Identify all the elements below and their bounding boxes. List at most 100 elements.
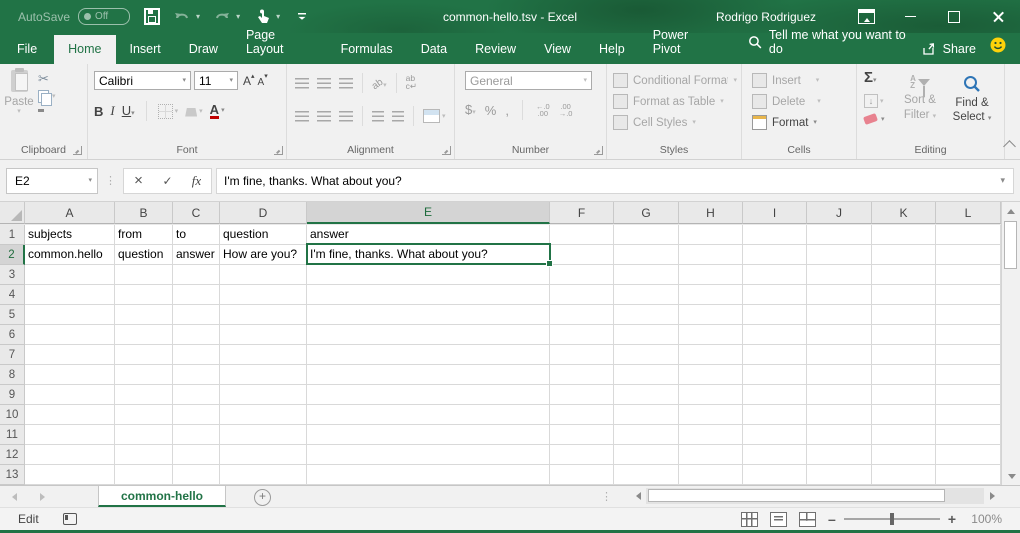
- page-layout-view-button[interactable]: [770, 512, 787, 527]
- cell-K2[interactable]: [872, 245, 936, 265]
- zoom-out-button[interactable]: –: [828, 512, 836, 526]
- cell-B1[interactable]: from: [115, 225, 173, 245]
- vertical-scrollbar[interactable]: [1001, 202, 1020, 485]
- cell-L3[interactable]: [936, 265, 1001, 285]
- page-break-view-button[interactable]: [799, 512, 816, 527]
- cell-B9[interactable]: [115, 385, 173, 405]
- cell-K10[interactable]: [872, 405, 936, 425]
- increase-decimal-button[interactable]: ←.0 .00: [536, 103, 550, 118]
- cell-D13[interactable]: [220, 465, 307, 485]
- fill-button[interactable]: ↓▾: [864, 94, 894, 108]
- tab-page-layout[interactable]: Page Layout: [232, 21, 327, 64]
- cell-B5[interactable]: [115, 305, 173, 325]
- zoom-level[interactable]: 100%: [968, 512, 1002, 526]
- row-header-11[interactable]: 11: [0, 425, 25, 445]
- cell-A5[interactable]: [25, 305, 115, 325]
- column-header-K[interactable]: K: [872, 202, 936, 224]
- cell-H4[interactable]: [679, 285, 743, 305]
- cell-F7[interactable]: [550, 345, 614, 365]
- scroll-up-button[interactable]: [1002, 202, 1020, 220]
- tab-data[interactable]: Data: [407, 35, 461, 64]
- fill-color-button[interactable]: ▾: [185, 106, 203, 117]
- column-header-F[interactable]: F: [550, 202, 614, 224]
- top-align-icon[interactable]: [295, 78, 309, 89]
- cell-J8[interactable]: [807, 365, 872, 385]
- cell-D8[interactable]: [220, 365, 307, 385]
- tab-view[interactable]: View: [530, 35, 585, 64]
- format-as-table-button[interactable]: Format as Table▾: [613, 91, 737, 112]
- row-header-4[interactable]: 4: [0, 285, 25, 305]
- row-header-9[interactable]: 9: [0, 385, 25, 405]
- cell-G13[interactable]: [614, 465, 679, 485]
- feedback-button[interactable]: [990, 37, 1006, 64]
- cell-A11[interactable]: [25, 425, 115, 445]
- cell-B11[interactable]: [115, 425, 173, 445]
- cell-E9[interactable]: [307, 385, 550, 405]
- cell-I9[interactable]: [743, 385, 807, 405]
- cell-A6[interactable]: [25, 325, 115, 345]
- cell-K8[interactable]: [872, 365, 936, 385]
- cell-C7[interactable]: [173, 345, 220, 365]
- cell-G6[interactable]: [614, 325, 679, 345]
- cell-H8[interactable]: [679, 365, 743, 385]
- cell-L7[interactable]: [936, 345, 1001, 365]
- cell-K3[interactable]: [872, 265, 936, 285]
- tab-help[interactable]: Help: [585, 35, 639, 64]
- cell-E13[interactable]: [307, 465, 550, 485]
- tab-formulas[interactable]: Formulas: [327, 35, 407, 64]
- cell-E11[interactable]: [307, 425, 550, 445]
- cell-D10[interactable]: [220, 405, 307, 425]
- currency-format-button[interactable]: $▾: [465, 101, 476, 119]
- cell-L8[interactable]: [936, 365, 1001, 385]
- cell-G7[interactable]: [614, 345, 679, 365]
- decrease-decimal-button[interactable]: .00 →.0: [559, 103, 573, 118]
- cell-A8[interactable]: [25, 365, 115, 385]
- column-header-D[interactable]: D: [220, 202, 307, 224]
- cell-F12[interactable]: [550, 445, 614, 465]
- cell-A3[interactable]: [25, 265, 115, 285]
- cell-B12[interactable]: [115, 445, 173, 465]
- paste-button[interactable]: Paste ▾: [0, 70, 38, 115]
- cell-J1[interactable]: [807, 225, 872, 245]
- cell-A10[interactable]: [25, 405, 115, 425]
- font-name-combobox[interactable]: Calibri▾: [94, 71, 191, 90]
- tab-file[interactable]: File: [0, 35, 54, 64]
- cell-D12[interactable]: [220, 445, 307, 465]
- cell-E4[interactable]: [307, 285, 550, 305]
- underline-button[interactable]: U▾: [122, 102, 135, 120]
- cell-L13[interactable]: [936, 465, 1001, 485]
- cell-I1[interactable]: [743, 225, 807, 245]
- cell-B10[interactable]: [115, 405, 173, 425]
- column-header-I[interactable]: I: [743, 202, 807, 224]
- cell-H10[interactable]: [679, 405, 743, 425]
- cell-E7[interactable]: [307, 345, 550, 365]
- row-header-7[interactable]: 7: [0, 345, 25, 365]
- cell-K7[interactable]: [872, 345, 936, 365]
- cell-A9[interactable]: [25, 385, 115, 405]
- cell-H5[interactable]: [679, 305, 743, 325]
- cell-G12[interactable]: [614, 445, 679, 465]
- percent-format-button[interactable]: %: [485, 103, 497, 118]
- row-header-10[interactable]: 10: [0, 405, 25, 425]
- scroll-right-button[interactable]: [984, 488, 1000, 504]
- cell-K5[interactable]: [872, 305, 936, 325]
- sheet-tab-common-hello[interactable]: common-hello: [98, 486, 226, 507]
- user-name[interactable]: Rodrigo Rodriguez: [716, 10, 816, 24]
- cell-J3[interactable]: [807, 265, 872, 285]
- cell-H1[interactable]: [679, 225, 743, 245]
- expand-formula-bar-icon[interactable]: ▾: [1000, 176, 1005, 185]
- undo-caret-icon[interactable]: ▾: [196, 12, 200, 21]
- cell-F1[interactable]: [550, 225, 614, 245]
- cell-K11[interactable]: [872, 425, 936, 445]
- cell-L4[interactable]: [936, 285, 1001, 305]
- decrease-indent-icon[interactable]: [372, 111, 384, 122]
- cell-D9[interactable]: [220, 385, 307, 405]
- cell-H13[interactable]: [679, 465, 743, 485]
- cell-H3[interactable]: [679, 265, 743, 285]
- prev-sheet-button[interactable]: [0, 486, 28, 507]
- cell-C6[interactable]: [173, 325, 220, 345]
- cell-F10[interactable]: [550, 405, 614, 425]
- cell-H12[interactable]: [679, 445, 743, 465]
- cell-F11[interactable]: [550, 425, 614, 445]
- number-dialog-launcher-icon[interactable]: [594, 146, 603, 155]
